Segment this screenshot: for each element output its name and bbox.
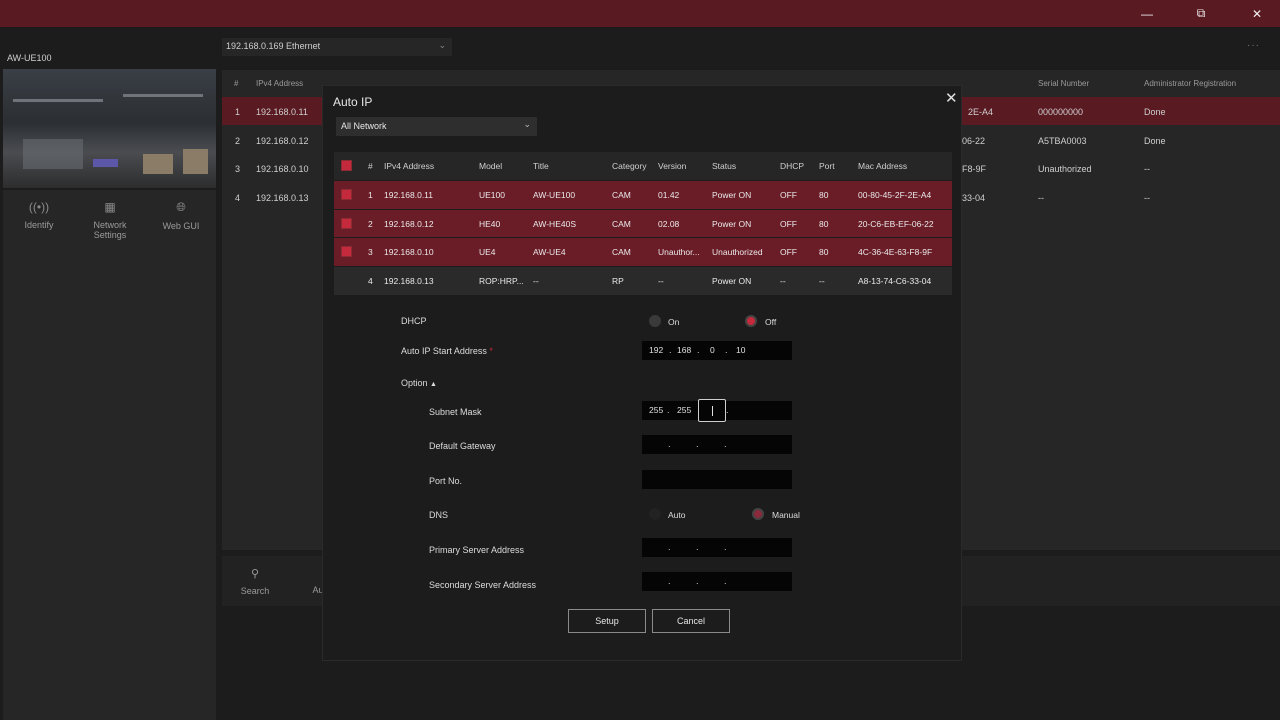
dhcp-on-radio[interactable] — [649, 315, 661, 327]
dns-manual-radio[interactable] — [752, 508, 764, 520]
dns-auto-radio[interactable] — [649, 508, 661, 520]
port-no-input[interactable] — [642, 470, 792, 489]
option-toggle[interactable]: Option ▲ — [401, 378, 437, 388]
close-icon[interactable]: ✕ — [1234, 0, 1280, 27]
web-gui-button[interactable]: 🌐︎ Web GUI — [146, 200, 216, 231]
table-row[interactable]: 2 192.168.0.12 HE40 AW-HE40S CAM 02.08 P… — [334, 208, 952, 238]
row-checkbox[interactable] — [341, 217, 352, 229]
restore-icon[interactable]: ⧉ — [1178, 0, 1224, 27]
col-num: # — [234, 79, 239, 88]
chevron-down-icon: ⌄ — [523, 119, 531, 129]
primary-server-label: Primary Server Address — [429, 545, 525, 555]
dhcp-label: DHCP — [401, 316, 427, 326]
search-button[interactable]: ⚲ Search — [225, 567, 285, 596]
search-icon: ⚲ — [250, 568, 260, 580]
port-no-label: Port No. — [429, 476, 463, 486]
default-gateway-label: Default Gateway — [429, 441, 496, 451]
primary-server-input[interactable]: . . . — [642, 538, 792, 557]
table-row[interactable]: 4 192.168.0.13 ROP:HRP... -- RP -- Power… — [334, 266, 952, 295]
required-mark: * — [489, 346, 493, 356]
minimize-icon[interactable]: — — [1124, 0, 1170, 27]
title-bar: — ⧉ ✕ — [0, 0, 1280, 27]
default-gateway-input[interactable]: . . . — [642, 435, 792, 454]
device-table: # IPv4 Address Model Title Category Vers… — [334, 152, 952, 295]
row-checkbox[interactable] — [341, 189, 352, 200]
network-settings-icon: ▦ — [104, 200, 116, 214]
dhcp-off-radio[interactable] — [745, 315, 757, 327]
table-row[interactable]: 3 192.168.0.10 UE4 AW-UE4 CAM Unauthor..… — [334, 237, 952, 267]
col-serial: Serial Number — [1038, 79, 1090, 88]
web-gui-icon: 🌐︎ — [176, 200, 186, 214]
secondary-server-input[interactable]: . . . — [642, 572, 792, 591]
secondary-server-label: Secondary Server Address — [429, 580, 537, 590]
subnet-mask-label: Subnet Mask — [429, 407, 482, 417]
cancel-button[interactable]: Cancel — [652, 609, 730, 633]
identify-button[interactable]: ((•)) Identify — [4, 200, 74, 230]
row-checkbox[interactable] — [341, 246, 352, 258]
dns-label: DNS — [429, 510, 449, 520]
col-ip: IPv4 Address — [256, 79, 304, 88]
more-icon[interactable]: ··· — [1247, 40, 1260, 51]
col-admin: Administrator Registration — [1144, 79, 1237, 88]
text-cursor[interactable] — [698, 399, 726, 422]
caret-up-icon: ▲ — [430, 381, 437, 388]
network-filter-select[interactable]: All Network ⌄ — [336, 117, 537, 136]
setup-button[interactable]: Setup — [568, 609, 646, 633]
start-address-label: Auto IP Start Address * — [401, 346, 493, 356]
select-all-checkbox[interactable] — [341, 160, 352, 171]
device-name: AW-UE100 — [7, 53, 52, 63]
identify-icon: ((•)) — [28, 200, 50, 214]
camera-preview — [3, 69, 216, 188]
dialog-title: Auto IP — [333, 95, 373, 109]
table-row[interactable]: 1 192.168.0.11 UE100 AW-UE100 CAM 01.42 … — [334, 180, 952, 209]
close-icon[interactable]: ✕ — [945, 89, 958, 107]
subnet-mask-input[interactable]: 255 . 255 . — [642, 399, 792, 422]
tool-panel — [3, 190, 216, 720]
table-header: # IPv4 Address Model Title Category Vers… — [334, 152, 952, 180]
auto-ip-dialog: Auto IP ✕ All Network ⌄ # IPv4 Address M… — [322, 85, 962, 661]
network-settings-button[interactable]: ▦ Network Settings — [75, 200, 145, 240]
start-address-input[interactable]: 192 . 168 . 0 . 10 — [642, 341, 792, 360]
chevron-down-icon: ⌄ — [438, 40, 446, 50]
network-adapter-select[interactable]: 192.168.0.169 Ethernet ⌄ — [222, 38, 452, 56]
